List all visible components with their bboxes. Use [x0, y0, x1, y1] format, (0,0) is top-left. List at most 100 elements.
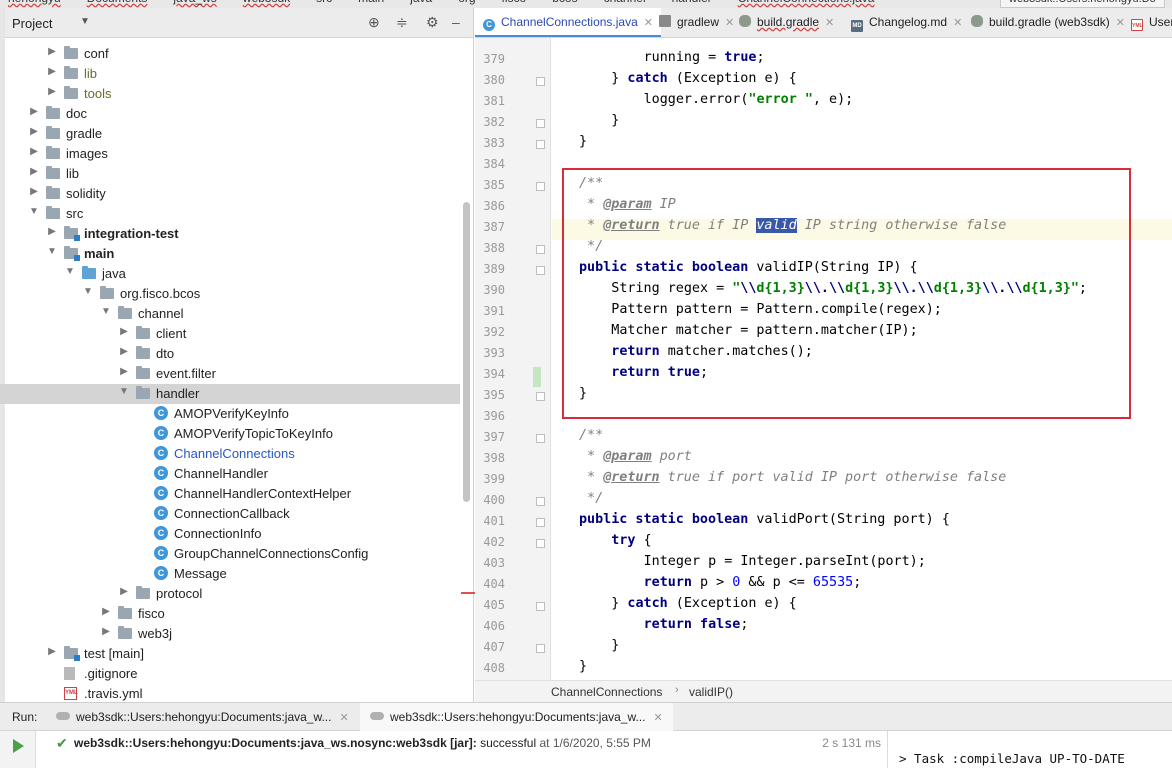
- top-crumb[interactable]: java: [410, 0, 432, 5]
- tree-item[interactable]: C ConnectionInfo: [0, 524, 460, 544]
- chevron-down-icon[interactable]: ▼: [80, 16, 90, 27]
- chevron-right-icon[interactable]: ▶: [46, 646, 58, 657]
- locate-icon[interactable]: ⊕: [368, 14, 380, 31]
- chevron-right-icon[interactable]: ▶: [100, 606, 112, 617]
- hide-icon[interactable]: –: [452, 14, 460, 30]
- chevron-down-icon[interactable]: ▼: [100, 306, 112, 317]
- tree-item[interactable]: ▶ protocol: [0, 584, 460, 604]
- chevron-right-icon[interactable]: ▶: [118, 326, 130, 337]
- play-icon[interactable]: [13, 739, 24, 753]
- tree-item[interactable]: ▶ tools: [0, 84, 460, 104]
- tree-item[interactable]: ▼ main: [0, 244, 460, 264]
- fold-marker-icon[interactable]: [536, 497, 545, 506]
- chevron-right-icon[interactable]: ▶: [28, 126, 40, 137]
- chevron-down-icon[interactable]: ▼: [82, 286, 94, 297]
- top-crumb[interactable]: handler: [672, 0, 712, 5]
- tree-item[interactable]: C ChannelConnections: [0, 444, 460, 464]
- tree-item[interactable]: ▶ test [main]: [0, 644, 460, 664]
- run-tab[interactable]: web3sdk::Users:hehongyu:Documents:java_w…: [46, 703, 359, 731]
- tree-item[interactable]: C AMOPVerifyTopicToKeyInfo: [0, 424, 460, 444]
- fold-marker-icon[interactable]: [536, 602, 545, 611]
- editor-tab[interactable]: build.gradle (web3sdk) ✕: [963, 8, 1133, 37]
- fold-marker-icon[interactable]: [536, 245, 545, 254]
- chevron-right-icon[interactable]: ▶: [118, 586, 130, 597]
- editor-tab[interactable]: build.gradle ✕: [731, 8, 842, 37]
- tree-item[interactable]: ▶ dto: [0, 344, 460, 364]
- project-panel-title[interactable]: Project: [12, 16, 52, 31]
- tree-item[interactable]: ▼ org.fisco.bcos: [0, 284, 460, 304]
- tree-item[interactable]: C ChannelHandlerContextHelper: [0, 484, 460, 504]
- fold-marker-icon[interactable]: [536, 644, 545, 653]
- chevron-right-icon[interactable]: ▶: [46, 66, 58, 77]
- top-crumb[interactable]: org: [458, 0, 475, 5]
- collapse-icon[interactable]: ≑: [396, 14, 408, 31]
- close-icon[interactable]: ✕: [339, 712, 348, 724]
- chevron-right-icon[interactable]: ▶: [28, 186, 40, 197]
- chevron-right-icon[interactable]: ▶: [46, 226, 58, 237]
- top-crumb[interactable]: main: [358, 0, 384, 5]
- tree-item[interactable]: ▶ gradle: [0, 124, 460, 144]
- chevron-right-icon[interactable]: ▶: [118, 346, 130, 357]
- tree-item[interactable]: ▶ client: [0, 324, 460, 344]
- window-tab[interactable]: web3sdk::Users:hehongyu:Do: [1000, 0, 1165, 8]
- top-crumb[interactable]: web3sdk: [243, 0, 290, 5]
- breadcrumb-method[interactable]: validIP(): [689, 685, 733, 699]
- tree-item[interactable]: ▶ integration-test: [0, 224, 460, 244]
- chevron-right-icon[interactable]: ▶: [28, 166, 40, 177]
- chevron-right-icon[interactable]: ▶: [118, 366, 130, 377]
- tree-item[interactable]: YML .travis.yml: [0, 684, 460, 702]
- editor-tab[interactable]: gradlew ✕: [651, 8, 742, 37]
- top-crumb[interactable]: src: [316, 0, 332, 5]
- chevron-down-icon[interactable]: ▼: [46, 246, 58, 257]
- top-crumb[interactable]: hehongyu: [8, 0, 61, 5]
- top-crumb[interactable]: Documents: [87, 0, 148, 5]
- chevron-down-icon[interactable]: ▼: [64, 266, 76, 277]
- tree-item[interactable]: ▼ java: [0, 264, 460, 284]
- editor-tab[interactable]: YML User: [1123, 8, 1172, 37]
- tree-item[interactable]: ▶ fisco: [0, 604, 460, 624]
- top-crumb[interactable]: fisco: [502, 0, 527, 5]
- chevron-right-icon[interactable]: ▶: [28, 106, 40, 117]
- chevron-right-icon[interactable]: ▶: [28, 146, 40, 157]
- fold-marker-icon[interactable]: [536, 182, 545, 191]
- tree-scrollbar[interactable]: [463, 202, 470, 502]
- close-icon[interactable]: ✕: [653, 712, 662, 724]
- run-tab-active[interactable]: web3sdk::Users:hehongyu:Documents:java_w…: [360, 703, 673, 731]
- tree-item[interactable]: .gitignore: [0, 664, 460, 684]
- tree-item[interactable]: ▶ images: [0, 144, 460, 164]
- code-editor[interactable]: 378 379 380 381 382 383 384 385 386 387 388 389 390 3…: [475, 38, 1172, 680]
- tree-item[interactable]: C GroupChannelConnectionsConfig: [0, 544, 460, 564]
- editor-tab[interactable]: C ChannelConnections.java ✕: [475, 8, 661, 37]
- tree-item[interactable]: ▶ solidity: [0, 184, 460, 204]
- top-crumb[interactable]: bcos: [552, 0, 577, 5]
- build-result[interactable]: web3sdk::Users:hehongyu:Documents:java_w…: [74, 736, 651, 750]
- tree-item[interactable]: C Message: [0, 564, 460, 584]
- fold-marker-icon[interactable]: [536, 77, 545, 86]
- top-crumb[interactable]: java_ws: [173, 0, 216, 5]
- fold-marker-icon[interactable]: [536, 266, 545, 275]
- tree-item[interactable]: ▶ doc: [0, 104, 460, 124]
- chevron-right-icon[interactable]: ▶: [46, 86, 58, 97]
- tree-item[interactable]: ▼ src: [0, 204, 460, 224]
- console-output[interactable]: > Task :compileJava UP-TO-DATE: [889, 731, 1172, 768]
- tree-item[interactable]: ▶ event.filter: [0, 364, 460, 384]
- tree-item[interactable]: ▶ conf: [0, 44, 460, 64]
- tree-item[interactable]: ▼ handler: [0, 384, 460, 404]
- chevron-right-icon[interactable]: ▶: [46, 46, 58, 57]
- tree-item[interactable]: ▶ lib: [0, 64, 460, 84]
- chevron-down-icon[interactable]: ▼: [28, 206, 40, 217]
- gear-icon[interactable]: ⚙: [426, 14, 439, 31]
- fold-marker-icon[interactable]: [536, 392, 545, 401]
- fold-marker-icon[interactable]: [536, 140, 545, 149]
- tree-item[interactable]: ▶ lib: [0, 164, 460, 184]
- fold-marker-icon[interactable]: [536, 434, 545, 443]
- tree-item[interactable]: ▼ channel: [0, 304, 460, 324]
- tree-item[interactable]: C ChannelHandler: [0, 464, 460, 484]
- close-icon[interactable]: ✕: [953, 17, 962, 29]
- tree-item[interactable]: C ConnectionCallback: [0, 504, 460, 524]
- tree-item[interactable]: C AMOPVerifyKeyInfo: [0, 404, 460, 424]
- top-crumb[interactable]: ChannelConnections.java: [738, 0, 875, 5]
- breadcrumb-class[interactable]: ChannelConnections: [551, 685, 662, 699]
- chevron-right-icon[interactable]: ▶: [100, 626, 112, 637]
- close-icon[interactable]: ✕: [825, 17, 834, 29]
